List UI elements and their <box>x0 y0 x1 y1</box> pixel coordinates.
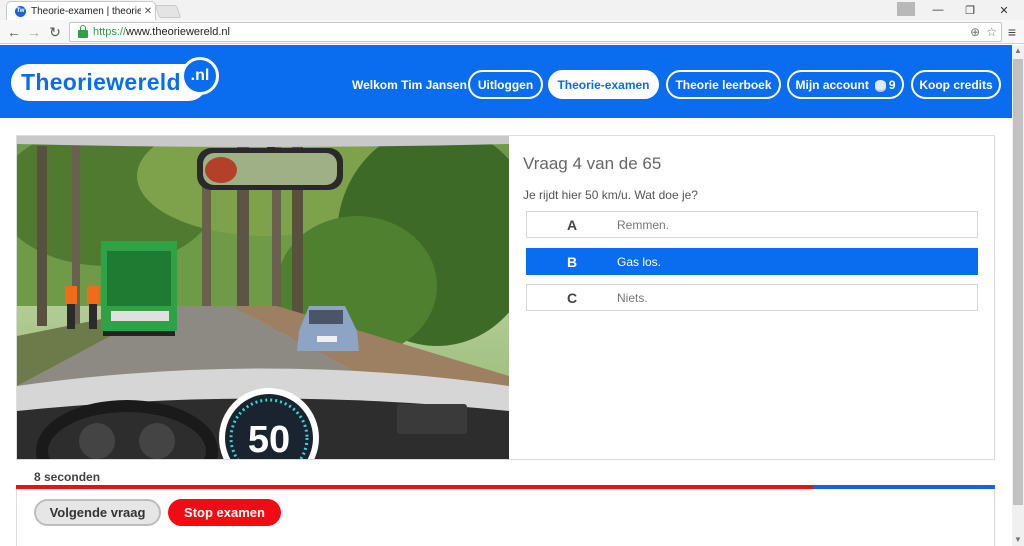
account-label: Mijn account <box>795 77 869 92</box>
minimize-icon[interactable]: — <box>928 0 948 20</box>
tab-title: Theorie-examen | theorie <box>31 5 141 17</box>
book-button[interactable]: Theorie leerboek <box>666 70 781 99</box>
favicon-icon: Tw <box>15 5 26 17</box>
tab-close-icon[interactable]: ✕ <box>141 6 155 17</box>
close-window-icon[interactable]: ✕ <box>992 0 1016 20</box>
url-scheme: https:// <box>93 26 127 38</box>
logo-text: Theoriewereld <box>21 69 181 95</box>
logo-suffix: .nl <box>181 57 219 95</box>
answer-letter: B <box>566 253 578 270</box>
answer-letter: A <box>566 216 578 233</box>
welcome-text: Welkom Tim Jansen <box>352 78 467 92</box>
answer-option-c[interactable]: C Niets. <box>526 284 978 311</box>
question-title: Vraag 4 van de 65 <box>523 154 662 173</box>
exam-button[interactable]: Theorie-examen <box>548 70 659 99</box>
answer-option-a[interactable]: A Remmen. <box>526 211 978 238</box>
restore-icon[interactable]: ❐ <box>960 0 980 20</box>
browser-menu-icon[interactable]: ≡ <box>1005 24 1019 40</box>
site-header: Theoriewereld .nl Welkom Tim Jansen Uitl… <box>0 45 1012 118</box>
answer-text: Remmen. <box>617 217 670 232</box>
answer-letter: C <box>566 289 578 306</box>
back-icon[interactable]: ← <box>6 23 22 41</box>
question-prompt: Je rijdt hier 50 km/u. Wat doe je? <box>523 188 698 202</box>
browser-tab[interactable]: Tw Theorie-examen | theorie ✕ <box>6 1 156 20</box>
actions-panel <box>16 489 995 546</box>
logout-button[interactable]: Uitloggen <box>468 70 543 99</box>
answer-text: Gas los. <box>617 254 662 269</box>
reload-icon[interactable]: ↻ <box>47 23 63 41</box>
new-tab-button[interactable] <box>154 5 182 18</box>
speedometer-value: 50 <box>248 419 290 459</box>
answer-option-b[interactable]: B Gas los. <box>526 248 978 275</box>
forward-icon[interactable]: → <box>26 23 42 41</box>
page-scrollbar[interactable]: ▲ ▼ <box>1012 45 1024 546</box>
account-button[interactable]: Mijn account 9 <box>787 70 904 99</box>
credits-count: 9 <box>888 77 896 92</box>
buy-credits-button[interactable]: Koop credits <box>911 70 1001 99</box>
credits-coin-icon <box>874 79 886 90</box>
stop-exam-button[interactable]: Stop examen <box>168 499 281 526</box>
bookmark-star-icon[interactable]: ☆ <box>986 25 997 39</box>
scroll-up-icon[interactable]: ▲ <box>1012 45 1024 57</box>
timer-label: 8 seconden <box>34 470 101 484</box>
scroll-down-icon[interactable]: ▼ <box>1012 534 1024 546</box>
lock-icon <box>78 25 88 38</box>
scroll-thumb[interactable] <box>1013 59 1023 505</box>
zoom-icon[interactable]: ⊕ <box>970 25 980 39</box>
address-bar[interactable]: https:// www.theoriewereld.nl ⊕ ☆ <box>69 22 1002 42</box>
site-logo[interactable]: Theoriewereld .nl <box>11 57 219 101</box>
browser-toolbar: ← → ↻ https:// www.theoriewereld.nl ⊕ ☆ … <box>0 20 1024 44</box>
next-question-button[interactable]: Volgende vraag <box>34 499 161 526</box>
browser-tab-bar: Tw Theorie-examen | theorie ✕ — ❐ ✕ <box>0 0 1024 20</box>
question-panel: 50 Vraag 4 van de 65 Je rijdt hier 50 km… <box>16 135 995 460</box>
url-host: www.theoriewereld.nl <box>126 26 230 38</box>
user-profile-icon[interactable] <box>897 2 915 16</box>
question-image: 50 <box>17 136 509 459</box>
answer-text: Niets. <box>617 290 648 305</box>
